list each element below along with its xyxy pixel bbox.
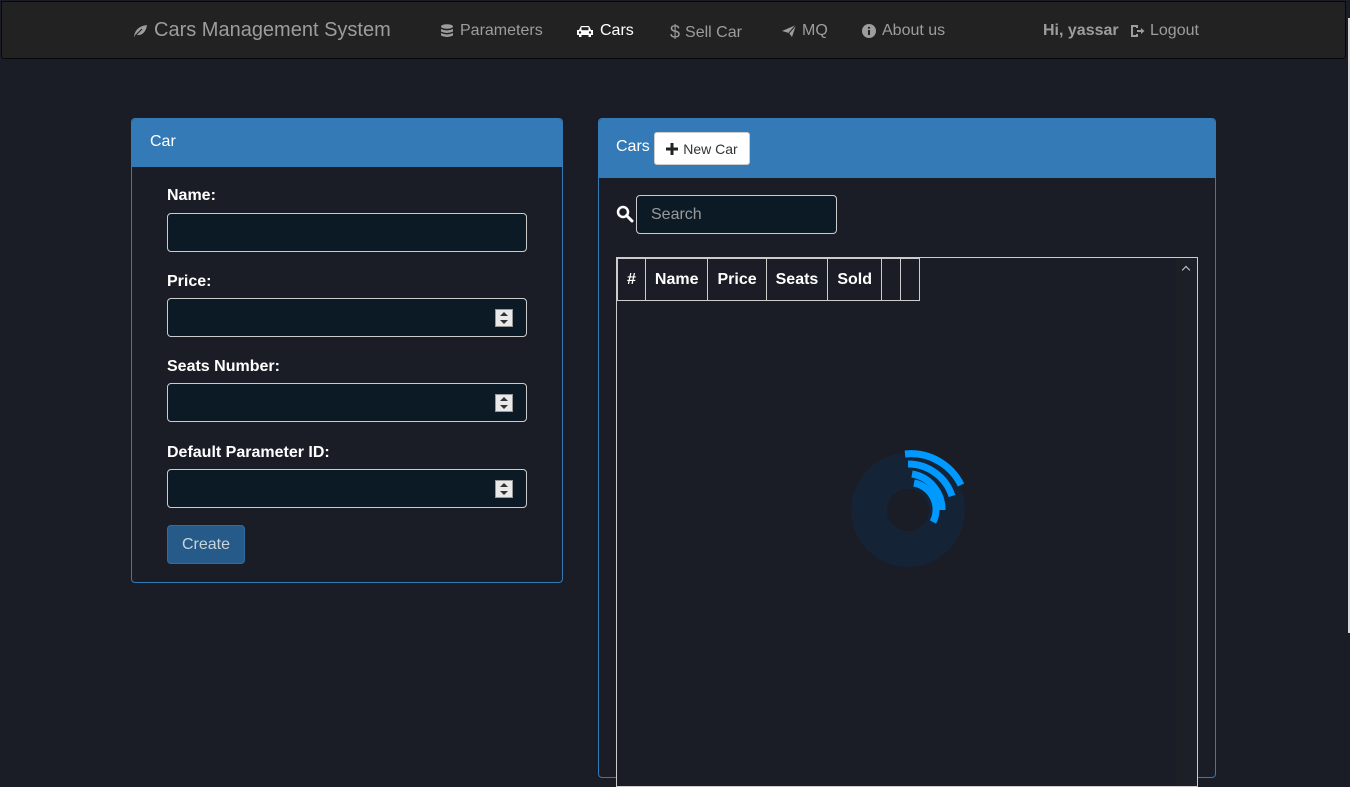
nav-parameters-label: Parameters	[460, 22, 543, 39]
info-icon	[861, 23, 877, 39]
column-header-sold[interactable]: Sold	[827, 258, 882, 301]
column-header-seats[interactable]: Seats	[765, 258, 829, 301]
brand-title: Cars Management System	[154, 19, 391, 41]
column-header-delete[interactable]	[900, 258, 920, 301]
search-icon	[616, 205, 634, 223]
nav-sell-car-label: Sell Car	[685, 23, 742, 41]
price-input[interactable]	[167, 298, 527, 337]
cars-grid-header: # Name Price Seats Sold	[617, 258, 920, 301]
logout-label: Logout	[1150, 22, 1199, 39]
cars-grid: # Name Price Seats Sold	[616, 257, 1198, 787]
column-header-name[interactable]: Name	[644, 258, 709, 301]
cars-panel-title: Cars	[616, 138, 650, 155]
default-parameter-id-input[interactable]	[167, 469, 527, 508]
grid-scrollbar[interactable]	[1176, 258, 1197, 786]
new-car-button[interactable]: New Car	[654, 132, 750, 165]
username: yassar	[1067, 22, 1119, 39]
logout-icon	[1129, 23, 1145, 39]
name-label: Name:	[167, 187, 216, 204]
send-icon	[781, 23, 797, 39]
column-header-edit[interactable]	[881, 258, 901, 301]
car-icon	[575, 23, 595, 39]
nav-mq-label: MQ	[802, 22, 828, 39]
nav-parameters[interactable]: Parameters	[439, 22, 543, 40]
nav-mq[interactable]: MQ	[781, 22, 828, 40]
greeting-prefix: Hi,	[1043, 22, 1064, 39]
database-icon	[439, 23, 455, 39]
default-parameter-id-stepper[interactable]	[495, 480, 513, 498]
car-form-title: Car	[132, 119, 562, 167]
nav-cars-label: Cars	[600, 22, 634, 39]
user-greeting: Hi, yassar	[1043, 22, 1119, 40]
price-label: Price:	[167, 273, 212, 290]
seats-number-label: Seats Number:	[167, 358, 280, 375]
loading-spinner-icon	[851, 450, 965, 567]
nav-sell-car[interactable]: $ Sell Car	[670, 22, 742, 43]
price-stepper[interactable]	[495, 309, 513, 327]
seats-number-input[interactable]	[167, 383, 527, 422]
plus-icon	[666, 142, 679, 155]
search-input[interactable]: Search	[636, 195, 837, 234]
nav-about-us[interactable]: About us	[861, 22, 945, 40]
column-header-number[interactable]: #	[617, 258, 646, 301]
create-button[interactable]: Create	[167, 525, 245, 564]
cars-panel-header: Cars New Car	[599, 119, 1215, 178]
dollar-icon: $	[670, 22, 681, 42]
cars-panel: Cars New Car Search # Name Price Seats S…	[598, 118, 1216, 787]
name-input[interactable]	[167, 213, 527, 252]
top-navbar: Cars Management System Parameters Cars $…	[1, 1, 1346, 59]
nav-cars[interactable]: Cars	[575, 22, 634, 40]
leaf-icon	[132, 23, 148, 39]
brand-link[interactable]: Cars Management System	[132, 19, 391, 42]
nav-about-us-label: About us	[882, 22, 946, 39]
logout-link[interactable]: Logout	[1129, 22, 1199, 40]
seats-number-stepper[interactable]	[495, 394, 513, 412]
new-car-label: New Car	[683, 140, 738, 157]
column-header-price[interactable]: Price	[707, 258, 767, 301]
car-form-panel: Car Name: Price: Seats Number: Default P…	[131, 118, 563, 583]
default-parameter-id-label: Default Parameter ID:	[167, 444, 330, 461]
